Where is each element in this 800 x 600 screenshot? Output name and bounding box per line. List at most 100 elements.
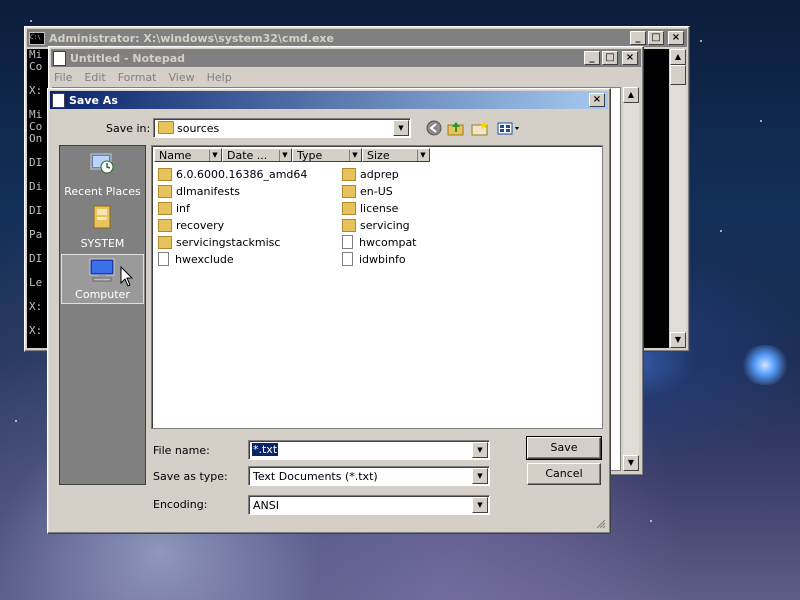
console-line: Di: [29, 180, 43, 193]
file-icon: [342, 252, 353, 266]
scroll-thumb[interactable]: [670, 65, 686, 85]
file-icon: [158, 252, 169, 266]
encoding-value: ANSI: [253, 499, 279, 512]
place-system[interactable]: SYSTEM: [61, 202, 144, 252]
user-folder-icon: [89, 204, 115, 230]
cmd-titlebar[interactable]: C:\ Administrator: X:\windows\system32\c…: [27, 29, 687, 47]
folder-icon: [158, 201, 172, 215]
menu-help[interactable]: Help: [207, 71, 232, 84]
folder-item[interactable]: recovery: [158, 217, 224, 233]
close-button[interactable]: ×: [589, 93, 605, 107]
folder-item[interactable]: en-US: [342, 183, 393, 199]
place-recent-places[interactable]: Recent Places: [61, 150, 144, 200]
file-name: inf: [176, 201, 190, 215]
file-item[interactable]: hwexclude: [158, 251, 234, 267]
notepad-titlebar[interactable]: Untitled - Notepad _ □ ×: [51, 49, 641, 67]
place-label: Recent Places: [64, 185, 141, 198]
column-label: Type: [297, 149, 323, 162]
file-list[interactable]: Name ▼ Date ... ▼ Type ▼ Size ▼ 6.0.6000.163…: [151, 145, 603, 429]
save-in-dropdown[interactable]: sources ▼: [153, 118, 411, 138]
file-name: license: [360, 201, 399, 215]
scroll-up-icon[interactable]: ▲: [670, 49, 686, 65]
cancel-button[interactable]: Cancel: [527, 463, 601, 485]
chevron-down-icon[interactable]: ▼: [393, 120, 409, 136]
file-name: adprep: [360, 167, 399, 181]
encoding-dropdown[interactable]: ANSI ▼: [248, 495, 490, 515]
folder-icon: [342, 201, 356, 215]
console-line: DI: [29, 204, 43, 217]
file-name: en-US: [360, 184, 393, 198]
close-button[interactable]: ×: [622, 51, 638, 65]
column-header-name[interactable]: Name ▼: [154, 148, 222, 162]
save-as-dialog[interactable]: Save As × Save in: sources ▼ Recent Plac…: [47, 88, 611, 534]
file-name: hwexclude: [175, 252, 234, 266]
mouse-cursor-icon: [120, 265, 134, 288]
up-folder-icon[interactable]: [446, 118, 466, 138]
chevron-down-icon[interactable]: ▼: [209, 150, 220, 161]
menu-file[interactable]: File: [54, 71, 72, 84]
cmd-app-icon: C:\: [29, 31, 45, 45]
maximize-button[interactable]: □: [602, 51, 618, 65]
resize-grip-icon[interactable]: [596, 519, 606, 529]
encoding-label: Encoding:: [153, 498, 208, 511]
cmd-scrollbar[interactable]: ▲ ▼: [670, 49, 686, 348]
console-line: On: [29, 132, 43, 145]
save-type-dropdown[interactable]: Text Documents (*.txt) ▼: [248, 466, 490, 486]
menu-edit[interactable]: Edit: [84, 71, 105, 84]
folder-item[interactable]: servicingstackmisc: [158, 234, 280, 250]
dialog-title: Save As: [69, 93, 118, 107]
folder-item[interactable]: inf: [158, 200, 190, 216]
close-button[interactable]: ×: [668, 31, 684, 45]
column-header-date[interactable]: Date ... ▼: [222, 148, 292, 162]
file-item[interactable]: idwbinfo: [342, 251, 406, 267]
scroll-up-icon[interactable]: ▲: [623, 87, 639, 103]
menu-view[interactable]: View: [169, 71, 195, 84]
chevron-down-icon[interactable]: ▼: [472, 468, 488, 484]
file-name-input[interactable]: *.txt ▼: [248, 440, 490, 460]
folder-item[interactable]: license: [342, 200, 398, 216]
file-name: recovery: [176, 218, 225, 232]
new-folder-icon[interactable]: [470, 118, 490, 138]
column-header-type[interactable]: Type ▼: [292, 148, 362, 162]
notepad-title: Untitled - Notepad: [70, 51, 186, 65]
chevron-down-icon[interactable]: ▼: [472, 497, 488, 513]
column-header-size[interactable]: Size ▼: [362, 148, 430, 162]
folder-item[interactable]: 6.0.6000.16386_amd64: [158, 166, 307, 182]
scroll-down-icon[interactable]: ▼: [670, 332, 686, 348]
desktop-light-glow: [740, 345, 790, 385]
star: [15, 420, 17, 422]
column-label: Date ...: [227, 149, 268, 162]
minimize-button[interactable]: _: [630, 31, 646, 45]
console-line: Co: [29, 60, 43, 73]
console-line: Pa: [29, 228, 43, 241]
save-as-titlebar[interactable]: Save As ×: [50, 91, 608, 109]
chevron-down-icon[interactable]: ▼: [349, 150, 360, 161]
view-menu-icon[interactable]: [496, 118, 522, 138]
chevron-down-icon[interactable]: ▼: [472, 442, 488, 458]
chevron-down-icon[interactable]: ▼: [279, 150, 290, 161]
notepad-scrollbar[interactable]: ▲ ▼: [623, 87, 639, 471]
console-line: DI: [29, 252, 43, 265]
file-name-value: *.txt: [252, 443, 279, 456]
console-line: X:: [29, 84, 43, 97]
save-button[interactable]: Save: [526, 436, 602, 460]
menu-format[interactable]: Format: [118, 71, 157, 84]
chevron-down-icon[interactable]: ▼: [417, 150, 428, 161]
maximize-button[interactable]: □: [648, 31, 664, 45]
minimize-button[interactable]: _: [584, 51, 600, 65]
file-item[interactable]: hwcompat: [342, 234, 417, 250]
folder-icon: [342, 167, 356, 181]
cmd-title: Administrator: X:\windows\system32\cmd.e…: [49, 31, 334, 45]
folder-icon: [158, 235, 172, 249]
scroll-down-icon[interactable]: ▼: [623, 455, 639, 471]
star: [700, 40, 702, 42]
star: [760, 120, 762, 122]
save-in-value: sources: [177, 122, 220, 135]
column-label: Size: [367, 149, 390, 162]
back-icon[interactable]: [424, 118, 444, 138]
folder-icon: [158, 121, 174, 134]
folder-item[interactable]: dlmanifests: [158, 183, 240, 199]
folder-item[interactable]: adprep: [342, 166, 399, 182]
star: [650, 520, 652, 522]
folder-item[interactable]: servicing: [342, 217, 410, 233]
